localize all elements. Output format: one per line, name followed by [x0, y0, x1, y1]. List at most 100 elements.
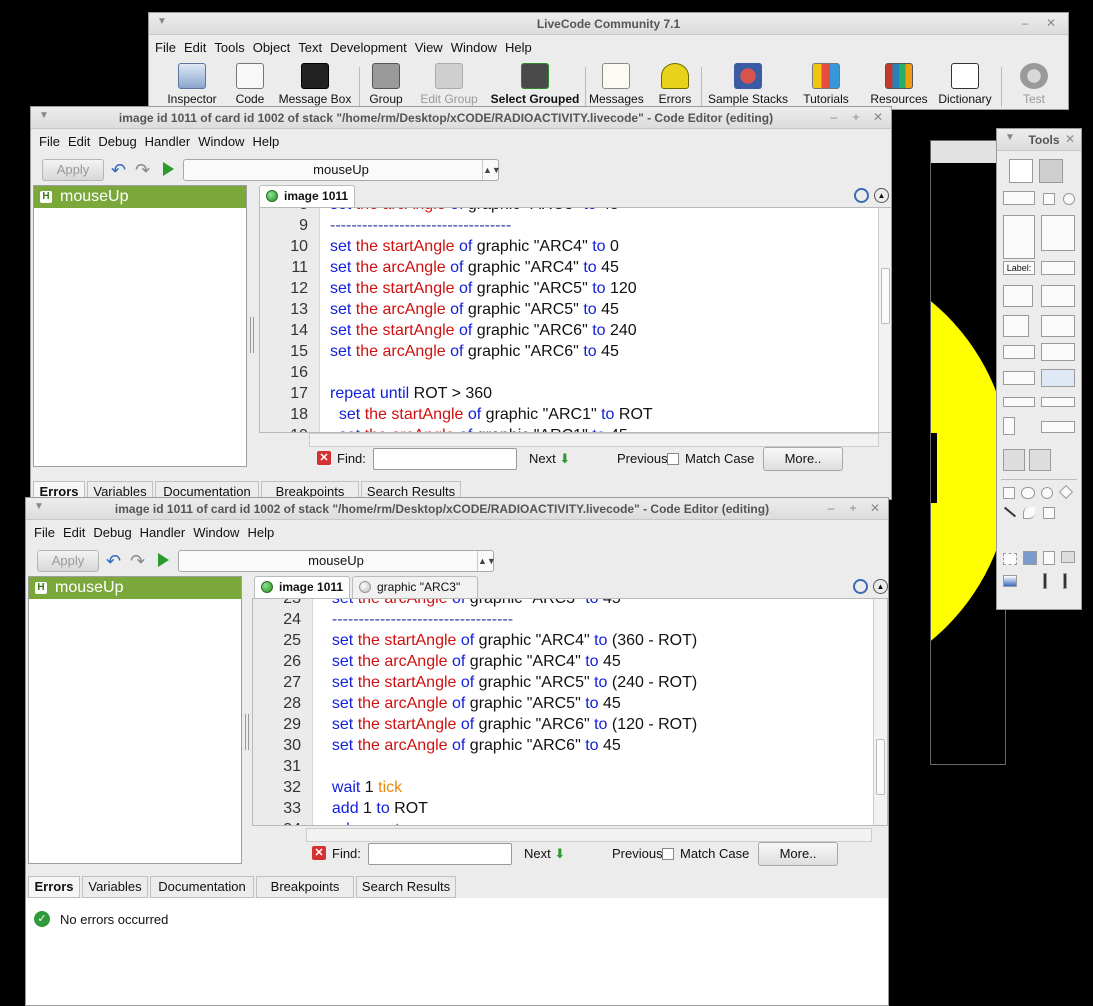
code-line[interactable]: 17 repeat until ROT > 360 — [260, 383, 878, 404]
match-case-checkbox[interactable] — [662, 848, 674, 860]
handler-select[interactable]: mouseUp ▲▼ — [183, 159, 501, 181]
vertical-scrollbar[interactable] — [873, 599, 887, 825]
editor2-code-area[interactable]: 23 set the arcAngle of graphic "ARC3" to… — [252, 598, 888, 826]
code-line[interactable]: 25 set the startAngle of graphic "ARC4" … — [253, 630, 873, 651]
maximize-icon[interactable]: + — [849, 110, 863, 124]
code-line[interactable]: 9 ---------------------------------- — [260, 215, 878, 236]
code-line[interactable]: 27 set the startAngle of graphic "ARC5" … — [253, 672, 873, 693]
code-line[interactable]: 16 — [260, 362, 878, 383]
more-button[interactable]: More.. — [758, 842, 838, 866]
spray-tool-icon[interactable] — [1043, 551, 1055, 565]
handler-item-mouseup[interactable]: HmouseUp — [34, 186, 246, 208]
tab-errors[interactable]: Errors — [28, 876, 80, 898]
apply-button[interactable]: Apply — [37, 550, 99, 572]
handler-select[interactable]: mouseUp ▲▼ — [178, 550, 496, 572]
menu-file[interactable]: File — [35, 131, 64, 153]
code-line[interactable]: 8 set the arcAngle of graphic "ARC3" to 4… — [260, 208, 878, 215]
menu-edit[interactable]: Edit — [59, 522, 89, 544]
collapse-icon[interactable]: ▲ — [873, 579, 888, 594]
hscrollbar-tool-icon[interactable] — [1041, 421, 1075, 433]
toolbar-test[interactable]: Test — [1009, 63, 1059, 106]
close-icon[interactable]: ✕ — [1063, 132, 1077, 146]
toolbar-inspector[interactable]: Inspector — [165, 63, 219, 106]
find-input[interactable] — [368, 843, 512, 865]
menu-debug[interactable]: Debug — [89, 522, 135, 544]
rounded-rect-tool-icon[interactable] — [1021, 487, 1035, 499]
menu-window[interactable]: Window — [447, 37, 501, 59]
field-tool-icon[interactable] — [1003, 215, 1035, 259]
rectangle-tool-icon[interactable] — [1003, 487, 1015, 499]
menu-development[interactable]: Development — [326, 37, 411, 59]
clock-icon[interactable] — [853, 579, 868, 594]
code-line[interactable]: 31 — [253, 756, 873, 777]
handler-item-mouseup[interactable]: HmouseUp — [29, 577, 241, 599]
clock-icon[interactable] — [854, 188, 869, 203]
menu-file[interactable]: File — [151, 37, 180, 59]
table-tool-icon[interactable] — [1003, 285, 1033, 307]
toolbar-edit-group[interactable]: Edit Group — [417, 63, 481, 106]
menu-window[interactable]: Window — [194, 131, 248, 153]
toolbar-messages[interactable]: Messages — [589, 63, 644, 106]
radio-tool-icon[interactable] — [1063, 193, 1075, 205]
code-line[interactable]: 32 wait 1 tick — [253, 777, 873, 798]
code-line[interactable]: 10 set the startAngle of graphic "ARC4" t… — [260, 236, 878, 257]
code-line[interactable]: 14 set the startAngle of graphic "ARC6" t… — [260, 320, 878, 341]
close-find-icon[interactable]: ✕ — [312, 846, 326, 860]
toolbar-errors[interactable]: Errors — [653, 63, 697, 106]
undo-icon[interactable]: ↶ — [106, 551, 121, 572]
combo-tool-icon[interactable] — [1041, 369, 1075, 387]
line-tool-icon[interactable] — [1003, 506, 1017, 518]
close-find-icon[interactable]: ✕ — [317, 451, 331, 465]
menu-help[interactable]: Help — [243, 522, 278, 544]
next-button[interactable]: Next ⬇ — [524, 842, 565, 866]
minimize-icon[interactable]: – — [1018, 16, 1032, 30]
splitter-handle[interactable] — [250, 317, 254, 353]
brush-tool-icon[interactable] — [1043, 573, 1047, 589]
code-line[interactable]: 19 set the arcAngle of graphic "ARC1" to… — [260, 425, 878, 432]
undo-icon[interactable]: ↶ — [111, 160, 126, 181]
close-icon[interactable]: ✕ — [868, 501, 882, 515]
slider-tool-icon[interactable] — [1041, 397, 1075, 407]
code-line[interactable]: 30 set the arcAngle of graphic "ARC6" to… — [253, 735, 873, 756]
code-line[interactable]: 13 set the arcAngle of graphic "ARC5" to … — [260, 299, 878, 320]
code-line[interactable]: 12 set the startAngle of graphic "ARC5" t… — [260, 278, 878, 299]
image-tool-icon[interactable] — [1003, 449, 1025, 471]
menu-tools[interactable]: Tools — [210, 37, 248, 59]
tab-image-1011[interactable]: image 1011 — [259, 185, 355, 207]
toolbar-sample-stacks[interactable]: Sample Stacks — [705, 63, 791, 106]
toolbar-dictionary[interactable]: Dictionary — [935, 63, 995, 106]
tree-tool-icon[interactable] — [1041, 315, 1075, 337]
stepper-tool-icon[interactable] — [1003, 345, 1035, 359]
vertical-scrollbar[interactable] — [878, 208, 891, 432]
horizontal-scrollbar[interactable] — [306, 828, 872, 842]
scroll-thumb[interactable] — [881, 268, 890, 324]
code-line[interactable]: 15 set the arcAngle of graphic "ARC6" to … — [260, 341, 878, 362]
eraser-tool-icon[interactable] — [1061, 551, 1075, 563]
minimize-icon[interactable]: – — [827, 110, 841, 124]
more-button[interactable]: More.. — [763, 447, 843, 471]
tab-variables[interactable]: Variables — [82, 876, 148, 898]
menu-object[interactable]: Object — [249, 37, 295, 59]
next-button[interactable]: Next ⬇ — [529, 447, 570, 471]
run-icon[interactable] — [158, 553, 169, 567]
code-line[interactable]: 26 set the arcAngle of graphic "ARC4" to… — [253, 651, 873, 672]
button-tool-icon[interactable] — [1003, 191, 1035, 205]
scrollbar-tool-icon[interactable] — [1003, 417, 1015, 435]
tab-search-results[interactable]: Search Results — [356, 876, 456, 898]
code-line[interactable]: 18 set the startAngle of graphic "ARC1" … — [260, 404, 878, 425]
pointer-tool-icon[interactable] — [1039, 159, 1063, 183]
code-line[interactable]: 29 set the startAngle of graphic "ARC6" … — [253, 714, 873, 735]
collapse-icon[interactable]: ▲ — [874, 188, 889, 203]
redo-icon[interactable]: ↷ — [130, 551, 145, 572]
menu-window[interactable]: Window — [189, 522, 243, 544]
tab-image-1011[interactable]: image 1011 — [254, 576, 350, 598]
toolbar-tutorials[interactable]: Tutorials — [799, 63, 853, 106]
close-icon[interactable]: ✕ — [871, 110, 885, 124]
option-menu-tool-icon[interactable] — [1003, 371, 1035, 385]
toolbar-code[interactable]: Code — [229, 63, 271, 106]
editor1-code-area[interactable]: 8 set the arcAngle of graphic "ARC3" to 4… — [259, 207, 891, 433]
window-menu-icon[interactable]: ▼ — [34, 501, 44, 512]
freehand-tool-icon[interactable] — [1043, 507, 1055, 519]
code-line[interactable]: 23 set the arcAngle of graphic "ARC3" to… — [253, 599, 873, 609]
maximize-icon[interactable]: + — [846, 501, 860, 515]
